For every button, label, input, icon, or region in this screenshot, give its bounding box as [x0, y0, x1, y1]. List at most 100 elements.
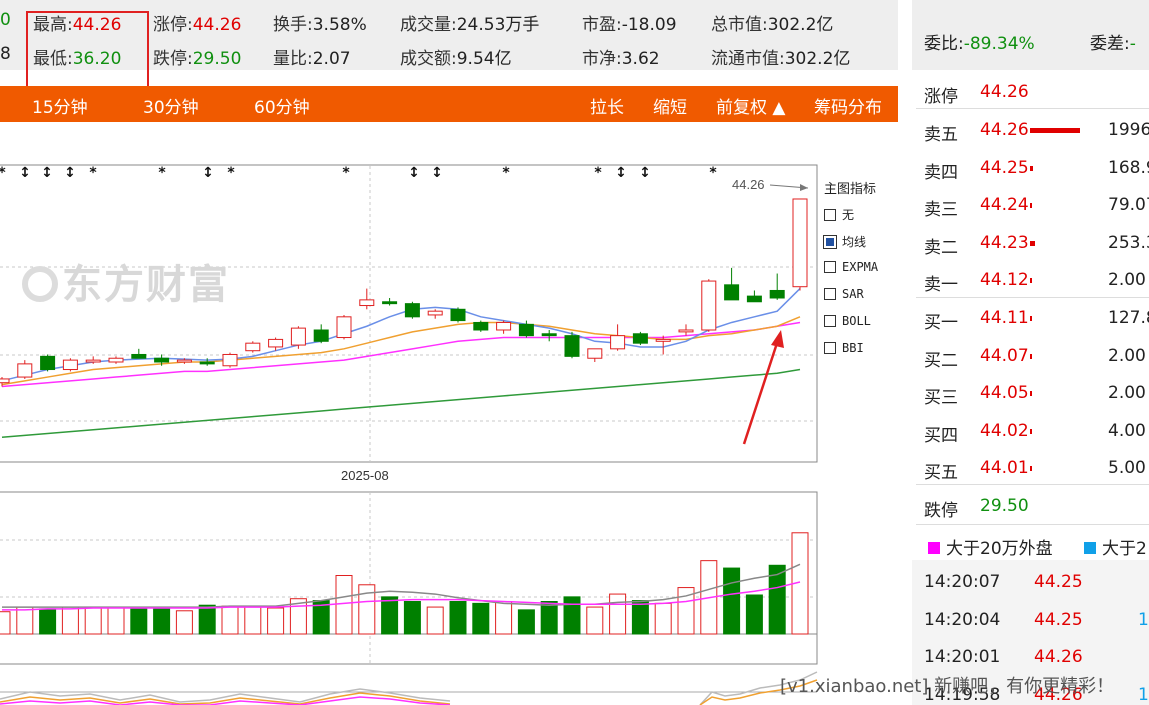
- candle[interactable]: [0, 377, 10, 387]
- ask-level-row[interactable]: 卖五 44.26 1996: [912, 120, 1149, 148]
- tab-30min[interactable]: 30分钟: [143, 93, 199, 118]
- volume-bar[interactable]: [381, 596, 399, 635]
- volume-bar[interactable]: [153, 606, 171, 635]
- volume-bar[interactable]: [723, 567, 741, 635]
- candle[interactable]: [40, 354, 56, 372]
- event-star-icon[interactable]: *: [158, 165, 166, 181]
- tab-15min[interactable]: 15分钟: [32, 93, 88, 118]
- checkbox-icon[interactable]: [824, 261, 836, 273]
- candle[interactable]: [473, 320, 489, 332]
- candle[interactable]: [290, 326, 306, 349]
- event-star-icon[interactable]: *: [594, 165, 602, 181]
- volume-bar[interactable]: [0, 611, 11, 635]
- checkbox-checked-icon[interactable]: [823, 235, 837, 249]
- event-star-icon[interactable]: *: [502, 165, 510, 181]
- volume-bar[interactable]: [335, 575, 353, 635]
- volume-bar[interactable]: [39, 608, 57, 635]
- candle[interactable]: [62, 358, 78, 372]
- candle[interactable]: [450, 307, 466, 323]
- candle[interactable]: [336, 314, 352, 340]
- stretch-button[interactable]: 拉长: [590, 93, 624, 118]
- volume-bar[interactable]: [495, 601, 513, 635]
- event-star-icon[interactable]: *: [227, 165, 235, 181]
- bid-level-row[interactable]: 买四 44.02 4.00: [912, 421, 1149, 449]
- volume-bar[interactable]: [540, 601, 558, 635]
- volume-bar[interactable]: [198, 604, 216, 635]
- volume-bar[interactable]: [517, 609, 535, 635]
- event-star-icon[interactable]: *: [89, 165, 97, 181]
- candle[interactable]: [131, 348, 147, 359]
- volume-bar[interactable]: [654, 602, 672, 635]
- indicator-option[interactable]: EXPMA: [824, 260, 878, 274]
- candle[interactable]: [701, 279, 717, 332]
- indicator-option[interactable]: BOLL: [824, 314, 871, 328]
- candle[interactable]: [404, 301, 420, 319]
- volume-bar[interactable]: [175, 610, 193, 635]
- event-arrow-icon[interactable]: ↕: [408, 165, 420, 181]
- event-markers[interactable]: * ↕ ↕ ↕ * * ↕ * * ↕ ↕ * * ↕ ↕ *: [0, 165, 717, 181]
- indicator-option[interactable]: 无: [824, 206, 854, 223]
- candle[interactable]: [496, 320, 512, 334]
- indicator-option[interactable]: BBI: [824, 341, 864, 355]
- checkbox-icon[interactable]: [824, 288, 836, 300]
- candle[interactable]: [245, 341, 261, 353]
- event-arrow-icon[interactable]: ↕: [615, 165, 627, 181]
- volume-bar[interactable]: [403, 601, 421, 635]
- candle[interactable]: [769, 273, 785, 300]
- indicator-option[interactable]: SAR: [824, 287, 864, 301]
- candle[interactable]: [541, 330, 557, 342]
- volume-bar[interactable]: [16, 606, 34, 635]
- volume-bar[interactable]: [426, 606, 444, 635]
- checkbox-icon[interactable]: [824, 209, 836, 221]
- volume-bar[interactable]: [244, 605, 262, 635]
- bid-level-row[interactable]: 买一 44.11 127.8: [912, 308, 1149, 336]
- volume-bar[interactable]: [221, 605, 239, 635]
- bid-level-row[interactable]: 买三 44.05 2.00: [912, 383, 1149, 411]
- ask-level-row[interactable]: 卖一 44.12 2.00: [912, 270, 1149, 298]
- candle[interactable]: [678, 324, 694, 336]
- volume-bar[interactable]: [586, 606, 604, 635]
- ask-level-row[interactable]: 卖二 44.23 253.3: [912, 233, 1149, 261]
- bid-level-row[interactable]: 买五 44.01 5.00: [912, 458, 1149, 486]
- event-star-icon[interactable]: *: [342, 165, 350, 181]
- candle[interactable]: [632, 331, 648, 346]
- volume-bar[interactable]: [267, 607, 285, 635]
- chip-distribution-button[interactable]: 筹码分布: [814, 93, 882, 118]
- candle[interactable]: [359, 288, 375, 310]
- event-arrow-icon[interactable]: ↕: [202, 165, 214, 181]
- event-arrow-icon[interactable]: ↕: [639, 165, 651, 181]
- volume-bar[interactable]: [84, 606, 102, 635]
- volume-bar[interactable]: [745, 594, 763, 635]
- candle[interactable]: [382, 298, 398, 306]
- bid-level-row[interactable]: 买二 44.07 2.00: [912, 346, 1149, 374]
- event-arrow-icon[interactable]: ↕: [41, 165, 53, 181]
- candle[interactable]: [108, 356, 124, 364]
- volume-bar[interactable]: [61, 606, 79, 635]
- checkbox-icon[interactable]: [824, 342, 836, 354]
- volume-bar[interactable]: [107, 606, 125, 635]
- event-star-icon[interactable]: *: [0, 165, 6, 181]
- candle[interactable]: [610, 324, 626, 351]
- candle[interactable]: [564, 331, 580, 359]
- shrink-button[interactable]: 缩短: [653, 93, 687, 118]
- event-arrow-icon[interactable]: ↕: [431, 165, 443, 181]
- event-arrow-icon[interactable]: ↕: [64, 165, 76, 181]
- ask-level-row[interactable]: 卖三 44.24 79.07: [912, 195, 1149, 223]
- indicator-option[interactable]: 均线: [823, 233, 866, 250]
- event-star-icon[interactable]: *: [709, 165, 717, 181]
- volume-bar[interactable]: [609, 593, 627, 635]
- ask-level-row[interactable]: 卖四 44.25 168.9: [912, 158, 1149, 186]
- volume-bar[interactable]: [472, 602, 490, 635]
- volume-bar[interactable]: [130, 606, 148, 635]
- tab-60min[interactable]: 60分钟: [254, 93, 310, 118]
- adjust-dropdown[interactable]: 前复权 ▲: [716, 93, 785, 118]
- candle[interactable]: [746, 290, 762, 303]
- candle[interactable]: [313, 324, 329, 344]
- volume-bar[interactable]: [563, 596, 581, 635]
- volume-bar[interactable]: [631, 600, 649, 635]
- candle[interactable]: [724, 267, 740, 301]
- volume-bar[interactable]: [449, 601, 467, 635]
- candle[interactable]: [427, 309, 443, 319]
- candle[interactable]: [17, 360, 33, 379]
- candle[interactable]: [792, 198, 808, 291]
